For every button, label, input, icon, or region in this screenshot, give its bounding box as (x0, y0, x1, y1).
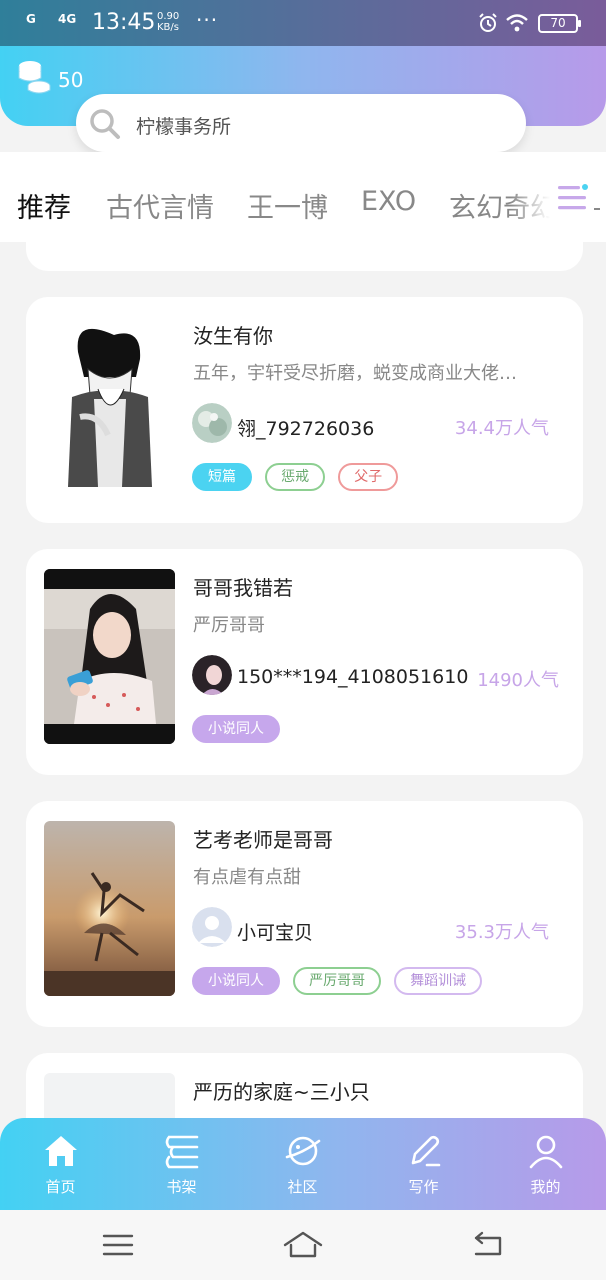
popularity-count: 1490人气 (477, 670, 559, 691)
story-cover (44, 317, 175, 492)
alarm-icon (479, 13, 497, 32)
home-button-icon[interactable] (281, 1228, 325, 1262)
nav-profile-label: 我的 (530, 1178, 561, 1196)
story-card[interactable]: 哥哥我错若 严厉哥哥 150***194_4108051610 1490人气 小… (26, 549, 583, 775)
search-bar[interactable]: 柠檬事务所 (76, 94, 526, 152)
author-name[interactable]: 150***194_4108051610 (237, 666, 468, 688)
tag-dance-discipline[interactable]: 舞蹈训诫 (394, 967, 483, 995)
wifi-icon (506, 14, 528, 32)
tag-strict-brother[interactable]: 严厉哥哥 (293, 967, 382, 995)
battery-indicator: 70 (538, 14, 581, 33)
network-speed-value: 0.90 (157, 11, 180, 22)
story-tags: 短篇 惩戒 父子 (192, 463, 406, 493)
coin-count: 50 (58, 68, 84, 92)
story-description: 有点虐有点甜 (193, 867, 301, 888)
back-icon[interactable] (466, 1228, 510, 1262)
story-card[interactable]: 汝生有你 五年，宇轩受尽折磨，蜕变成商业大佬… 翎_792726036 34.4… (26, 297, 583, 523)
network-speed-unit: KB/s (157, 22, 179, 33)
tab-wang-yibo[interactable]: 王一博 (247, 186, 328, 225)
nav-community[interactable]: 社区 (242, 1118, 363, 1210)
nav-profile[interactable]: 我的 (485, 1118, 606, 1210)
home-icon (45, 1136, 77, 1166)
story-cover (44, 569, 175, 744)
status-bar: G 4G 13:45 0.90 KB/s ··· 70 (0, 0, 606, 46)
popularity-count: 34.4万人气 (454, 418, 549, 439)
story-title: 哥哥我错若 (193, 576, 293, 600)
nav-write-label: 写作 (408, 1178, 439, 1196)
story-title: 汝生有你 (193, 324, 273, 348)
tabs-fade (510, 170, 560, 230)
search-icon (90, 109, 120, 139)
tag-discipline[interactable]: 惩戒 (265, 463, 326, 491)
menu-icon[interactable] (96, 1228, 140, 1262)
tab-ancient-romance[interactable]: 古代言情 (106, 186, 214, 225)
author-name[interactable]: 翎_792726036 (237, 414, 374, 441)
bottom-navigation: 首页 书架 社区 写作 我的 (0, 1118, 606, 1210)
app-root: G 4G 13:45 0.90 KB/s ··· 70 50 柠檬事务所 推荐 … (0, 0, 606, 1280)
clock: 13:45 (92, 10, 156, 35)
story-card-partial[interactable] (26, 224, 583, 271)
planet-icon (285, 1136, 321, 1166)
network-signal-1: G (26, 12, 36, 26)
more-notifications-icon: ··· (196, 8, 219, 32)
network-signal-2: 4G (58, 12, 77, 26)
user-icon (529, 1135, 563, 1169)
tag-novel-fanfic[interactable]: 小说同人 (192, 967, 280, 995)
tab-recommend[interactable]: 推荐 (17, 186, 71, 225)
nav-write[interactable]: 写作 (363, 1118, 484, 1210)
story-cover (44, 821, 175, 996)
coins-icon[interactable] (16, 58, 52, 96)
nav-home-label: 首页 (45, 1178, 76, 1196)
anime-boy-cover-image (68, 328, 152, 487)
author-avatar[interactable] (192, 655, 232, 695)
nav-bookshelf[interactable]: 书架 (121, 1118, 242, 1210)
nav-community-label: 社区 (287, 1178, 318, 1196)
nav-bookshelf-label: 书架 (166, 1178, 197, 1196)
girl-photo-cover-image (44, 569, 175, 744)
tab-exo[interactable]: EXO (361, 186, 416, 217)
category-menu-icon[interactable] (556, 182, 602, 216)
author-avatar[interactable] (192, 907, 232, 947)
story-description: 五年，宇轩受尽折磨，蜕变成商业大佬… (193, 363, 517, 384)
system-navigation-bar (0, 1210, 606, 1280)
nav-home[interactable]: 首页 (0, 1118, 121, 1210)
tag-novel-fanfic[interactable]: 小说同人 (192, 715, 280, 743)
story-tags: 小说同人 严厉哥哥 舞蹈训诫 (192, 967, 490, 997)
author-name[interactable]: 小可宝贝 (237, 918, 313, 945)
popularity-count: 35.3万人气 (454, 922, 549, 943)
bookshelf-icon (165, 1135, 199, 1169)
dancer-sunset-cover-image (44, 821, 175, 996)
tag-short-story[interactable]: 短篇 (192, 463, 252, 491)
story-title: 艺考老师是哥哥 (193, 828, 333, 852)
story-card[interactable]: 艺考老师是哥哥 有点虐有点甜 小可宝贝 35.3万人气 小说同人 严厉哥哥 舞蹈… (26, 801, 583, 1027)
search-placeholder: 柠檬事务所 (136, 116, 232, 138)
tag-father-son[interactable]: 父子 (338, 463, 399, 491)
pencil-icon (411, 1135, 441, 1167)
story-description: 严厉哥哥 (193, 615, 265, 636)
story-title: 严历的家庭~三小只 (193, 1080, 370, 1104)
author-avatar[interactable] (192, 403, 232, 443)
story-tags: 小说同人 (192, 715, 288, 745)
network-speed: 0.90 KB/s (157, 11, 179, 33)
